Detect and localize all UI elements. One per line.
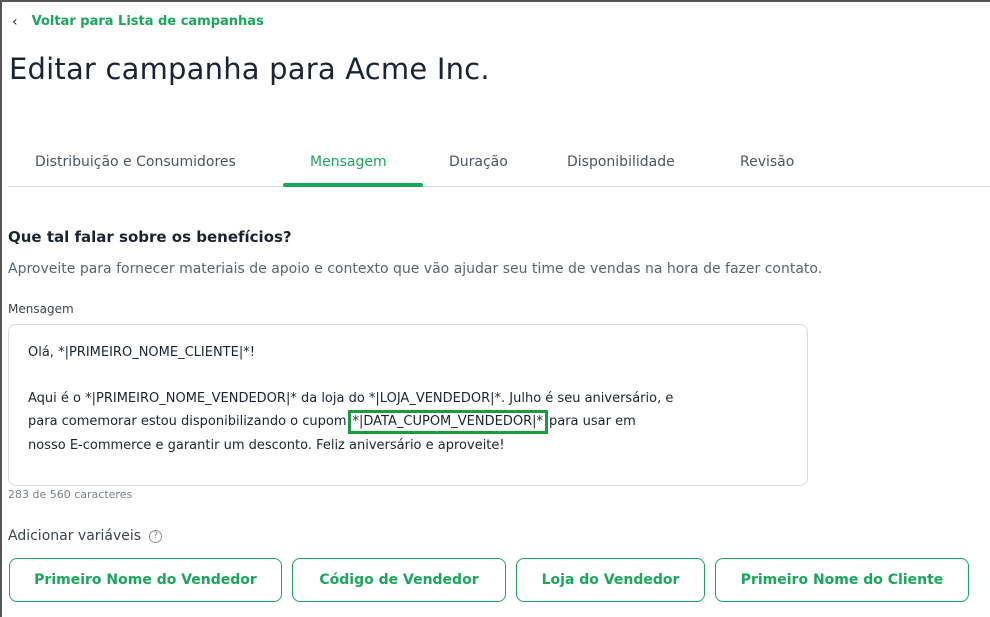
active-tab-indicator	[283, 183, 423, 187]
page-title: Editar campanha para Acme Inc.	[9, 52, 490, 86]
highlighted-variable: *|DATA_CUPOM_VENDEDOR|*	[347, 410, 548, 434]
message-line: Olá, *|PRIMEIRO_NOME_CLIENTE|*!	[28, 345, 255, 360]
message-line: Aqui é o *|PRIMEIRO_NOME_VENDEDOR|* da l…	[28, 391, 674, 406]
message-line: para comemorar estou disponibilizando o …	[28, 410, 788, 434]
tab-duracao[interactable]: Duração	[449, 154, 508, 170]
tab-distribuicao[interactable]: Distribuição e Consumidores	[35, 154, 236, 170]
message-field-label: Mensagem	[8, 302, 74, 316]
chevron-left-icon: ‹	[12, 14, 18, 30]
question-circle-icon[interactable]: ?	[149, 529, 163, 543]
add-var-codigo-vendedor-button[interactable]: Código de Vendedor	[292, 558, 506, 602]
message-line: nosso E-commerce e garantir um desconto.…	[28, 438, 505, 453]
character-counter: 283 de 560 caracteres	[8, 488, 133, 501]
add-var-primeiro-nome-vendedor-button[interactable]: Primeiro Nome do Vendedor	[9, 558, 282, 602]
add-var-primeiro-nome-cliente-button[interactable]: Primeiro Nome do Cliente	[715, 558, 969, 602]
back-link-label: Voltar para Lista de campanhas	[31, 14, 264, 29]
message-textarea[interactable]: Olá, *|PRIMEIRO_NOME_CLIENTE|*! Aqui é o…	[8, 324, 808, 486]
tab-disponibilidade[interactable]: Disponibilidade	[567, 154, 675, 170]
add-var-loja-vendedor-button[interactable]: Loja do Vendedor	[516, 558, 705, 602]
tab-mensagem[interactable]: Mensagem	[310, 154, 387, 170]
tab-bar: Distribuição e Consumidores Mensagem Dur…	[8, 144, 990, 187]
page-frame	[0, 0, 990, 617]
section-description: Aproveite para fornecer materiais de apo…	[8, 261, 823, 277]
tab-revisao[interactable]: Revisão	[740, 154, 794, 170]
back-to-campaigns-link[interactable]: ‹ Voltar para Lista de campanhas	[12, 12, 264, 32]
section-title: Que tal falar sobre os benefícios?	[8, 228, 292, 246]
add-variables-label: Adicionar variáveis ?	[8, 528, 163, 544]
